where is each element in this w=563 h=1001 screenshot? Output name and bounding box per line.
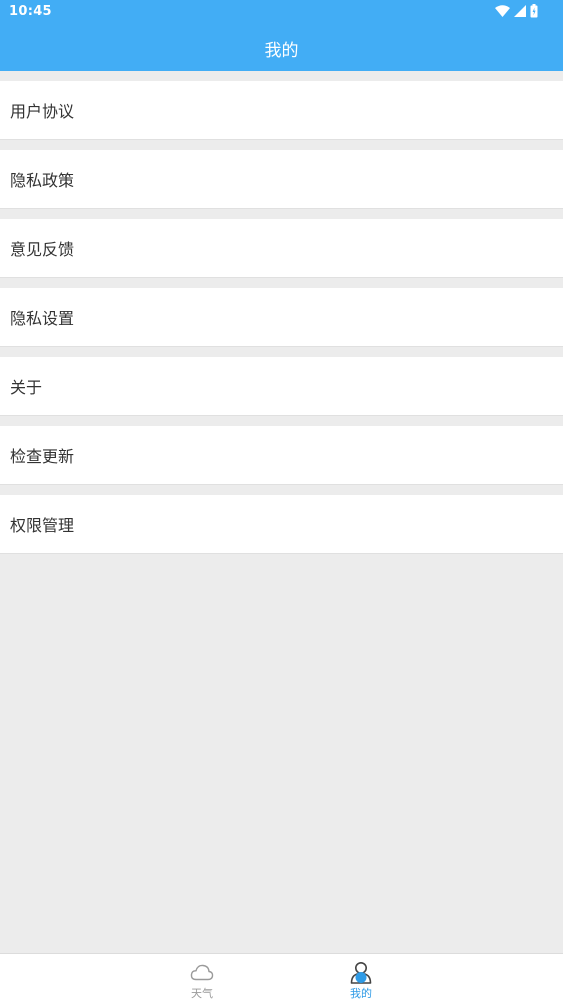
menu-item-privacy-settings[interactable]: 隐私设置 [0, 288, 563, 347]
menu-item-label: 用户协议 [10, 102, 75, 121]
cellular-signal-icon [514, 5, 526, 17]
menu-item-label: 检查更新 [10, 447, 75, 466]
menu-item-feedback[interactable]: 意见反馈 [0, 219, 563, 278]
app-header: 10:45 我的 [0, 0, 563, 71]
menu-item-label: 意见反馈 [10, 240, 75, 259]
menu-item-label: 权限管理 [10, 516, 75, 535]
menu-item-permission-management[interactable]: 权限管理 [0, 495, 563, 554]
status-icons [495, 4, 538, 18]
menu-item-about[interactable]: 关于 [0, 357, 563, 416]
tab-label: 我的 [350, 987, 372, 1000]
tab-mine[interactable]: 我的 [331, 954, 391, 1001]
app-screen: 10:45 我的 用户协议 隐私政策 意见反馈 隐私设置 关于 检查更新 权限管… [0, 0, 563, 1001]
menu-item-check-update[interactable]: 检查更新 [0, 426, 563, 485]
menu-item-user-agreement[interactable]: 用户协议 [0, 81, 563, 140]
status-bar: 10:45 [0, 0, 563, 24]
wifi-icon [495, 5, 510, 17]
page-title: 我的 [264, 41, 299, 61]
bottom-tab-bar: 天气 我的 [0, 953, 563, 1001]
status-time: 10:45 [9, 4, 52, 19]
user-icon [350, 962, 372, 984]
menu-item-label: 关于 [10, 378, 43, 397]
menu-item-label: 隐私设置 [10, 309, 75, 328]
settings-menu: 用户协议 隐私政策 意见反馈 隐私设置 关于 检查更新 权限管理 [0, 81, 563, 564]
cloud-icon [190, 964, 214, 981]
battery-icon [530, 4, 538, 18]
menu-item-label: 隐私政策 [10, 171, 75, 190]
tab-label: 天气 [191, 987, 213, 1000]
tab-weather[interactable]: 天气 [172, 954, 232, 1001]
menu-item-privacy-policy[interactable]: 隐私政策 [0, 150, 563, 209]
